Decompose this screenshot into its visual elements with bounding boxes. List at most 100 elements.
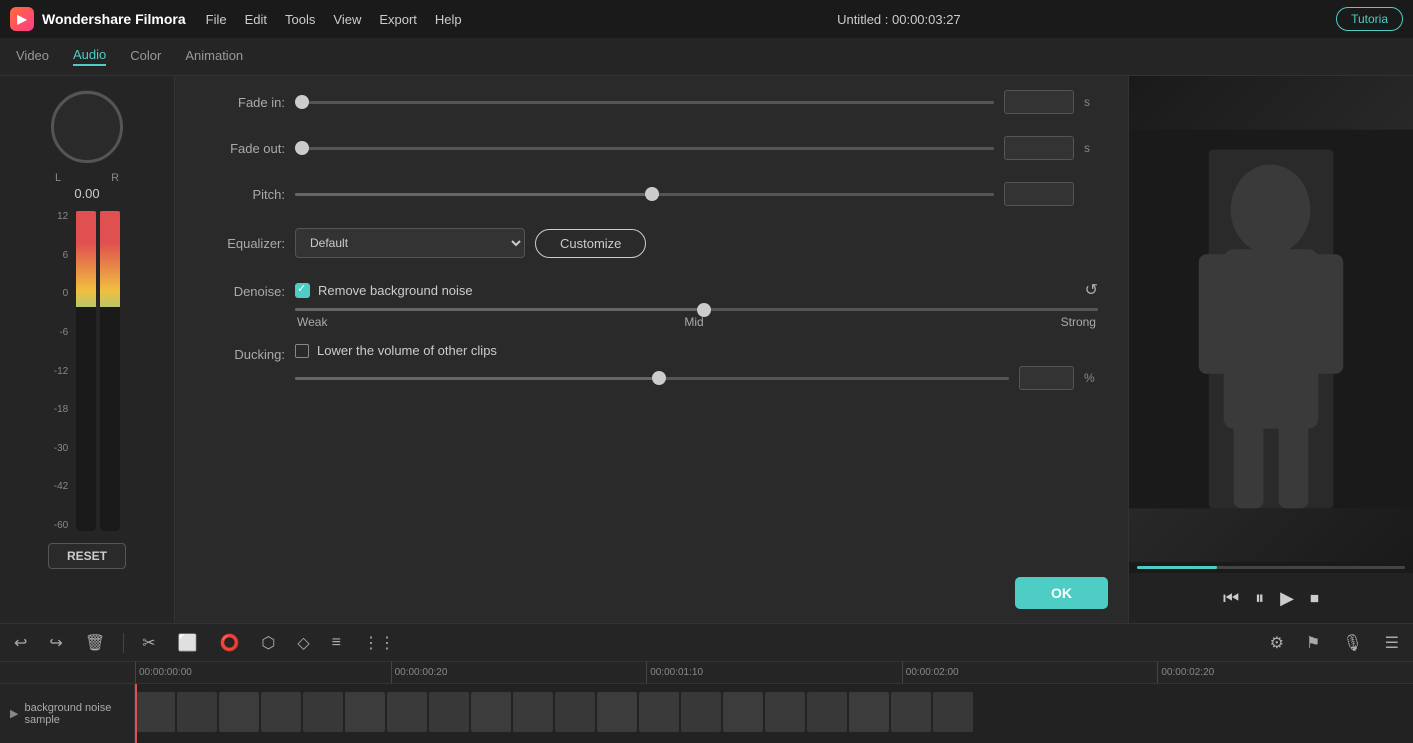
volume-knob[interactable] [47, 86, 127, 166]
ok-button[interactable]: OK [1015, 577, 1108, 609]
thumb-cell-2 [177, 692, 217, 732]
customize-button[interactable]: Customize [535, 229, 646, 258]
rotate-button[interactable]: ⭕ [215, 629, 243, 657]
thumb-cell-19 [891, 692, 931, 732]
stabilize-button[interactable]: ⬡ [257, 629, 279, 657]
fade-in-label: Fade in: [205, 95, 285, 110]
undo-button[interactable]: ↩ [10, 629, 31, 657]
meter-scale: 12 6 0 -6 -12 -18 -30 -42 -60 [54, 211, 72, 531]
pitch-row: Pitch: 0 [205, 182, 1098, 206]
denoise-reset-button[interactable]: ↺ [1085, 280, 1098, 300]
equalizer-label: Equalizer: [205, 236, 285, 251]
crop-button[interactable]: ⬜ [174, 629, 202, 657]
ducking-slider-thumb[interactable] [652, 371, 666, 385]
timeline-ruler: 00:00:00:00 00:00:00:20 00:00:01:10 00:0… [0, 662, 1413, 684]
menu-tools[interactable]: Tools [285, 12, 315, 27]
bottom-actions: OK [175, 577, 1128, 609]
fade-in-slider-track [295, 101, 994, 104]
ruler-mark-3: 00:00:02:00 [902, 662, 1158, 684]
toolbar-right: ⚙ ⚑ 🎙 ☰ [1266, 629, 1403, 657]
video-track-strip [135, 692, 1413, 732]
diamond-button[interactable]: ◇ [293, 629, 313, 657]
ducking-value-input[interactable]: 50 [1019, 366, 1074, 390]
ducking-unit: % [1084, 371, 1098, 385]
fade-in-unit: s [1084, 95, 1098, 109]
timeline-area: ↩ ↪ 🗑 ✂ ⬜ ⭕ ⬡ ◇ ≡ ⋮⋮ ⚙ ⚑ 🎙 ☰ 00:00:00:00… [0, 623, 1413, 743]
tab-animation[interactable]: Animation [185, 48, 243, 65]
noise-label-strong: Strong [1061, 315, 1096, 329]
label-r: R [111, 172, 119, 184]
fade-out-value-input[interactable]: 0.00 [1004, 136, 1074, 160]
settings-button[interactable]: ≡ [328, 630, 345, 656]
timeline-track-area: ▶ background noise sample [0, 684, 1413, 743]
playback-play-button[interactable]: ▶ [1280, 588, 1294, 609]
ducking-checkbox[interactable] [295, 344, 309, 358]
menu-help[interactable]: Help [435, 12, 462, 27]
ruler-marks: 00:00:00:00 00:00:00:20 00:00:01:10 00:0… [135, 662, 1413, 684]
volume-value: 0.00 [74, 186, 99, 201]
fade-out-unit: s [1084, 141, 1098, 155]
fade-in-slider-container [295, 92, 994, 112]
thumb-cell-7 [387, 692, 427, 732]
denoise-checkbox[interactable] [295, 283, 310, 298]
audio-tool-button[interactable]: ⋮⋮ [359, 629, 399, 657]
fade-in-value-input[interactable]: 0.00 [1004, 90, 1074, 114]
menu-items: File Edit Tools View Export Help [206, 12, 462, 27]
menu-view[interactable]: View [333, 12, 361, 27]
settings-gear-button[interactable]: ⚙ [1266, 629, 1288, 657]
app-logo-icon: ▶ [10, 7, 34, 31]
app-logo: ▶ Wondershare Filmora [10, 7, 186, 31]
tab-bar: Video Audio Color Animation [0, 38, 1413, 76]
menu-file[interactable]: File [206, 12, 227, 27]
tab-video[interactable]: Video [16, 48, 49, 65]
list-button[interactable]: ☰ [1381, 629, 1403, 657]
video-preview [1129, 76, 1413, 562]
progress-bar-track[interactable] [1137, 566, 1405, 569]
pitch-slider-track [295, 193, 994, 196]
redo-button[interactable]: ↪ [45, 629, 66, 657]
thumb-cell-3 [219, 692, 259, 732]
denoise-slider-thumb[interactable] [697, 303, 711, 317]
pitch-value-input[interactable]: 0 [1004, 182, 1074, 206]
track-content[interactable] [135, 684, 1413, 743]
reset-button[interactable]: RESET [48, 543, 126, 569]
fade-in-slider-thumb[interactable] [295, 95, 309, 109]
left-panel: L R 0.00 12 6 0 -6 -12 -18 -30 -42 -60 [0, 76, 175, 623]
center-panel: Fade in: 0.00 s Fade out: [175, 76, 1128, 623]
menu-export[interactable]: Export [379, 12, 417, 27]
ducking-checkbox-label: Lower the volume of other clips [317, 343, 497, 358]
audio-meter: L R 0.00 12 6 0 -6 -12 -18 -30 -42 -60 [0, 86, 174, 569]
menu-bar: ▶ Wondershare Filmora File Edit Tools Vi… [0, 0, 1413, 38]
tab-color[interactable]: Color [130, 48, 161, 65]
right-panel: ⏮ ⏸ ▶ ⏹ [1128, 76, 1413, 623]
mic-button[interactable]: 🎙 [1338, 629, 1366, 657]
playback-pause-button[interactable]: ⏸ [1255, 588, 1264, 609]
thumb-cell-15 [723, 692, 763, 732]
lr-labels: L R [55, 172, 119, 184]
denoise-slider-track [295, 308, 1098, 311]
noise-labels: Weak Mid Strong [295, 315, 1098, 329]
playback-prev-button[interactable]: ⏮ [1223, 588, 1239, 609]
tutorial-button[interactable]: Tutoria [1336, 7, 1403, 31]
equalizer-select[interactable]: Default [295, 228, 525, 258]
noise-label-weak: Weak [297, 315, 327, 329]
fade-out-slider-container [295, 138, 994, 158]
window-title: Untitled : 00:00:03:27 [482, 12, 1316, 27]
tab-audio[interactable]: Audio [73, 47, 106, 66]
fade-out-slider-thumb[interactable] [295, 141, 309, 155]
thumb-cell-13 [639, 692, 679, 732]
toolbar-row: ↩ ↪ 🗑 ✂ ⬜ ⭕ ⬡ ◇ ≡ ⋮⋮ ⚙ ⚑ 🎙 ☰ [0, 624, 1413, 662]
delete-button[interactable]: 🗑 [81, 629, 109, 657]
cut-button[interactable]: ✂ [138, 629, 159, 657]
fade-out-row: Fade out: 0.00 s [205, 136, 1098, 160]
timeline-cursor[interactable] [135, 684, 137, 743]
flag-button[interactable]: ⚑ [1302, 629, 1324, 657]
track-play-button[interactable]: ▶ [10, 707, 18, 720]
thumb-cell-9 [471, 692, 511, 732]
menu-edit[interactable]: Edit [245, 12, 267, 27]
equalizer-row: Equalizer: Default Customize [205, 228, 1098, 258]
playback-stop-button[interactable]: ⏹ [1310, 588, 1319, 609]
pitch-slider-thumb[interactable] [645, 187, 659, 201]
ducking-slider-container [295, 368, 1009, 388]
fade-out-label: Fade out: [205, 141, 285, 156]
